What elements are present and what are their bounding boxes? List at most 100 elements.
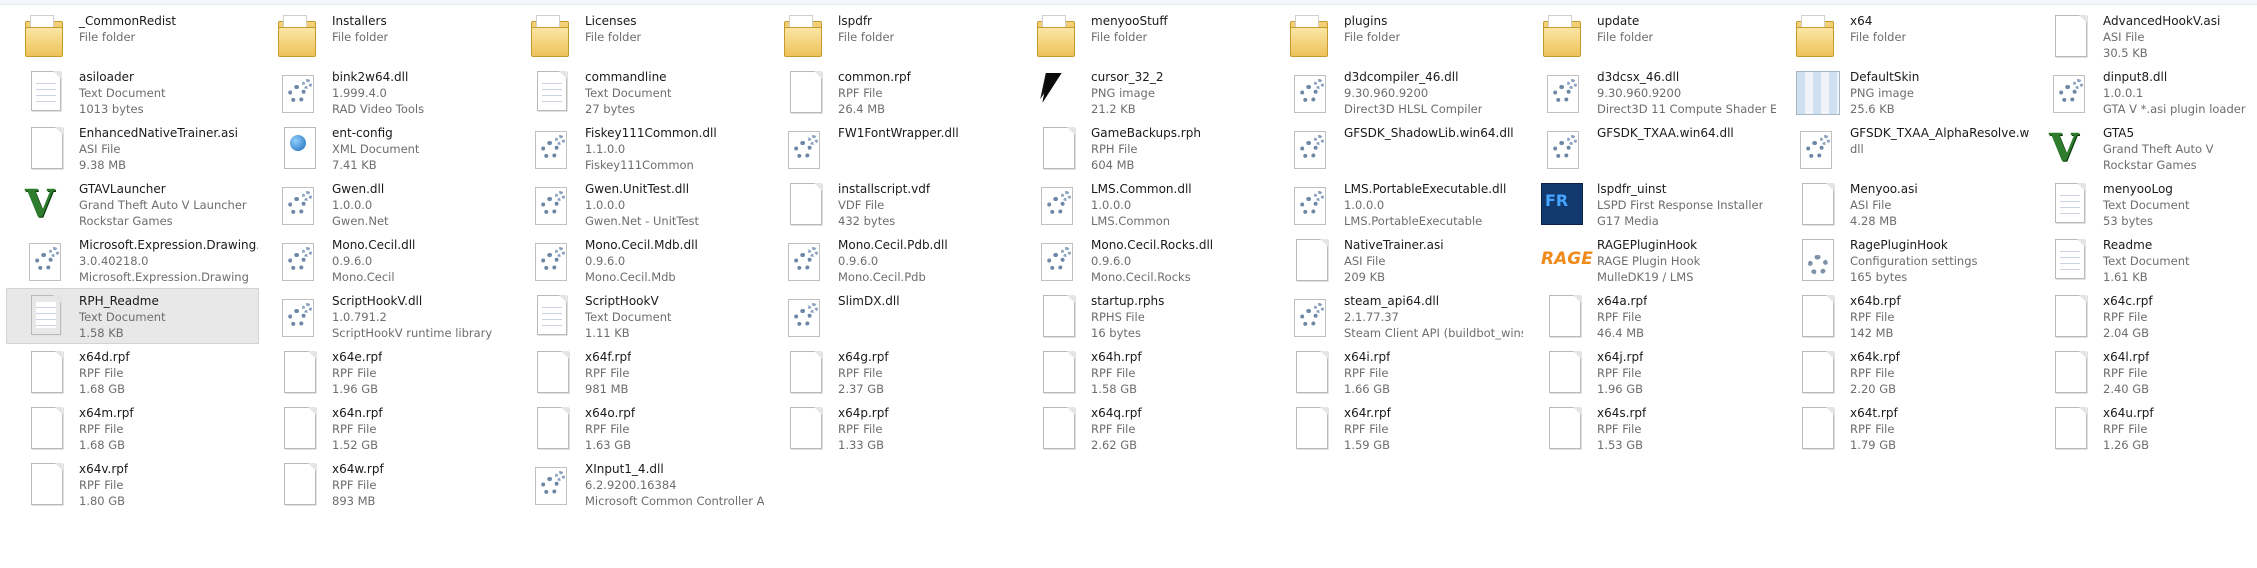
file-item[interactable]: d3dcsx_46.dll 9.30.960.9200 Direct3D 11 Co…	[1524, 64, 1777, 120]
file-item[interactable]: commandline Text Document 27 bytes	[512, 64, 765, 120]
file-type: Configuration settings	[1850, 254, 1978, 268]
file-item[interactable]: x64b.rpf RPF File 142 MB	[1777, 288, 2030, 344]
file-icon	[21, 347, 69, 399]
file-item[interactable]: Fiskey111Common.dll 1.1.0.0 Fiskey111Commo…	[512, 120, 765, 176]
file-item[interactable]: bink2w64.dll 1.999.4.0 RAD Video Tools	[259, 64, 512, 120]
file-icon	[780, 179, 828, 231]
file-item[interactable]: x64o.rpf RPF File 1.63 GB	[512, 400, 765, 456]
file-text: x64c.rpf RPF File 2.04 GB	[2093, 289, 2153, 341]
file-item[interactable]: Mono.Cecil.Pdb.dll 0.9.6.0 Mono.Cecil.Pdb	[765, 232, 1018, 288]
file-item[interactable]: FR lspdfr_uinst LSPD First Response Instal…	[1524, 176, 1777, 232]
file-name: Licenses	[585, 14, 637, 28]
file-item[interactable]: x64h.rpf RPF File 1.58 GB	[1018, 344, 1271, 400]
file-text: x64v.rpf RPF File 1.80 GB	[69, 457, 128, 509]
file-name: ent-config	[332, 126, 393, 140]
file-item[interactable]: x64c.rpf RPF File 2.04 GB	[2030, 288, 2257, 344]
file-item[interactable]: x64k.rpf RPF File 2.20 GB	[1777, 344, 2030, 400]
file-item[interactable]: x64e.rpf RPF File 1.96 GB	[259, 344, 512, 400]
file-item[interactable]: V GTA5 Grand Theft Auto V Rockstar Games	[2030, 120, 2257, 176]
file-type: RAGE Plugin Hook	[1597, 254, 1701, 268]
file-item[interactable]: x64i.rpf RPF File 1.66 GB	[1271, 344, 1524, 400]
file-name: GTA5	[2103, 126, 2135, 140]
file-item[interactable]: SlimDX.dll	[765, 288, 1018, 344]
file-item[interactable]: x64m.rpf RPF File 1.68 GB	[6, 400, 259, 456]
file-item[interactable]: RagePluginHook Configuration settings 165 …	[1777, 232, 2030, 288]
file-detail: 142 MB	[1850, 326, 1894, 340]
file-item[interactable]: x64v.rpf RPF File 1.80 GB	[6, 456, 259, 512]
file-item[interactable]: AdvancedHookV.asi ASI File 30.5 KB	[2030, 8, 2257, 64]
file-item[interactable]: RPH_Readme Text Document 1.58 KB	[6, 288, 259, 344]
file-item[interactable]: steam_api64.dll 2.1.77.37 Steam Client API…	[1271, 288, 1524, 344]
file-item[interactable]: V GTAVLauncher Grand Theft Auto V Launcher…	[6, 176, 259, 232]
file-item[interactable]: ent-config XML Document 7.41 KB	[259, 120, 512, 176]
file-item[interactable]: Mono.Cecil.dll 0.9.6.0 Mono.Cecil	[259, 232, 512, 288]
file-text: GTA5 Grand Theft Auto V Rockstar Games	[2093, 121, 2214, 173]
file-item[interactable]: Readme Text Document 1.61 KB	[2030, 232, 2257, 288]
file-icon	[274, 403, 322, 455]
file-item[interactable]: startup.rphs RPHS File 16 bytes	[1018, 288, 1271, 344]
file-item[interactable]: menyooLog Text Document 53 bytes	[2030, 176, 2257, 232]
file-item[interactable]: NativeTrainer.asi ASI File 209 KB	[1271, 232, 1524, 288]
file-item[interactable]: _CommonRedist File folder	[6, 8, 259, 64]
file-item[interactable]: x64s.rpf RPF File 1.53 GB	[1524, 400, 1777, 456]
file-name: RPH_Readme	[79, 294, 159, 308]
file-item[interactable]: Microsoft.Expression.Drawing.dll 3.0.4021…	[6, 232, 259, 288]
file-item[interactable]: Installers File folder	[259, 8, 512, 64]
dll-gear-icon	[1286, 123, 1334, 175]
file-detail: 1.68 GB	[79, 382, 126, 396]
file-view[interactable]: _CommonRedist File folder Installers File f…	[6, 8, 2257, 512]
file-item[interactable]: plugins File folder	[1271, 8, 1524, 64]
dll-gear-icon	[1033, 235, 1081, 287]
file-item[interactable]: x64l.rpf RPF File 2.40 GB	[2030, 344, 2257, 400]
file-item[interactable]: GFSDK_TXAA.win64.dll	[1524, 120, 1777, 176]
file-item[interactable]: GFSDK_ShadowLib.win64.dll	[1271, 120, 1524, 176]
file-item[interactable]: GameBackups.rph RPH File 604 MB	[1018, 120, 1271, 176]
file-item[interactable]: asiloader Text Document 1013 bytes	[6, 64, 259, 120]
file-item[interactable]: x64j.rpf RPF File 1.96 GB	[1524, 344, 1777, 400]
file-item[interactable]: x64q.rpf RPF File 2.62 GB	[1018, 400, 1271, 456]
dll-gear-icon	[1539, 67, 1587, 119]
file-item[interactable]: x64t.rpf RPF File 1.79 GB	[1777, 400, 2030, 456]
file-item[interactable]: x64r.rpf RPF File 1.59 GB	[1271, 400, 1524, 456]
dll-gear-icon	[1286, 179, 1334, 231]
file-item[interactable]: Mono.Cecil.Mdb.dll 0.9.6.0 Mono.Cecil.Mdb	[512, 232, 765, 288]
file-item[interactable]: ScriptHookV Text Document 1.11 KB	[512, 288, 765, 344]
file-item[interactable]: LMS.PortableExecutable.dll 1.0.0.0 LMS.Por…	[1271, 176, 1524, 232]
file-item[interactable]: x64f.rpf RPF File 981 MB	[512, 344, 765, 400]
file-item[interactable]: d3dcompiler_46.dll 9.30.960.9200 Direct3D …	[1271, 64, 1524, 120]
file-item[interactable]: Mono.Cecil.Rocks.dll 0.9.6.0 Mono.Cecil.Ro…	[1018, 232, 1271, 288]
file-item[interactable]: dinput8.dll 1.0.0.1 GTA V *.asi plugin loa…	[2030, 64, 2257, 120]
file-item[interactable]: menyooStuff File folder	[1018, 8, 1271, 64]
file-item[interactable]: x64n.rpf RPF File 1.52 GB	[259, 400, 512, 456]
file-item[interactable]: installscript.vdf VDF File 432 bytes	[765, 176, 1018, 232]
file-item[interactable]: Gwen.UnitTest.dll 1.0.0.0 Gwen.Net - UnitT…	[512, 176, 765, 232]
file-item[interactable]: lspdfr File folder	[765, 8, 1018, 64]
file-item[interactable]: x64w.rpf RPF File 893 MB	[259, 456, 512, 512]
file-text: GameBackups.rph RPH File 604 MB	[1081, 121, 1201, 173]
file-name: ScriptHookV.dll	[332, 294, 423, 308]
file-item[interactable]: EnhancedNativeTrainer.asi ASI File 9.38 MB	[6, 120, 259, 176]
file-icon	[780, 403, 828, 455]
file-name: Mono.Cecil.Pdb.dll	[838, 238, 948, 252]
file-item[interactable]: x64d.rpf RPF File 1.68 GB	[6, 344, 259, 400]
file-item[interactable]: x64 File folder	[1777, 8, 2030, 64]
file-item[interactable]: x64g.rpf RPF File 2.37 GB	[765, 344, 1018, 400]
file-item[interactable]: common.rpf RPF File 26.4 MB	[765, 64, 1018, 120]
file-item[interactable]: RAGE RAGEPluginHook RAGE Plugin Hook MulleD…	[1524, 232, 1777, 288]
file-item[interactable]: FW1FontWrapper.dll	[765, 120, 1018, 176]
file-item[interactable]: x64a.rpf RPF File 46.4 MB	[1524, 288, 1777, 344]
file-type: File folder	[1850, 30, 1907, 44]
file-item[interactable]: Menyoo.asi ASI File 4.28 MB	[1777, 176, 2030, 232]
file-item[interactable]: Licenses File folder	[512, 8, 765, 64]
file-item[interactable]: x64p.rpf RPF File 1.33 GB	[765, 400, 1018, 456]
file-item[interactable]: update File folder	[1524, 8, 1777, 64]
file-item[interactable]: ScriptHookV.dll 1.0.791.2 ScriptHookV runt…	[259, 288, 512, 344]
file-item[interactable]: DefaultSkin PNG image 25.6 KB	[1777, 64, 2030, 120]
file-item[interactable]: LMS.Common.dll 1.0.0.0 LMS.Common	[1018, 176, 1271, 232]
file-item[interactable]: Gwen.dll 1.0.0.0 Gwen.Net	[259, 176, 512, 232]
file-item[interactable]: XInput1_4.dll 6.2.9200.16384 Microsoft Com…	[512, 456, 765, 512]
file-icon	[1792, 347, 1840, 399]
file-name: x64n.rpf	[332, 406, 383, 420]
file-item[interactable]: x64u.rpf RPF File 1.26 GB	[2030, 400, 2257, 456]
file-item[interactable]: GFSDK_TXAA_AlphaResolve.win64.dll	[1777, 120, 2030, 176]
